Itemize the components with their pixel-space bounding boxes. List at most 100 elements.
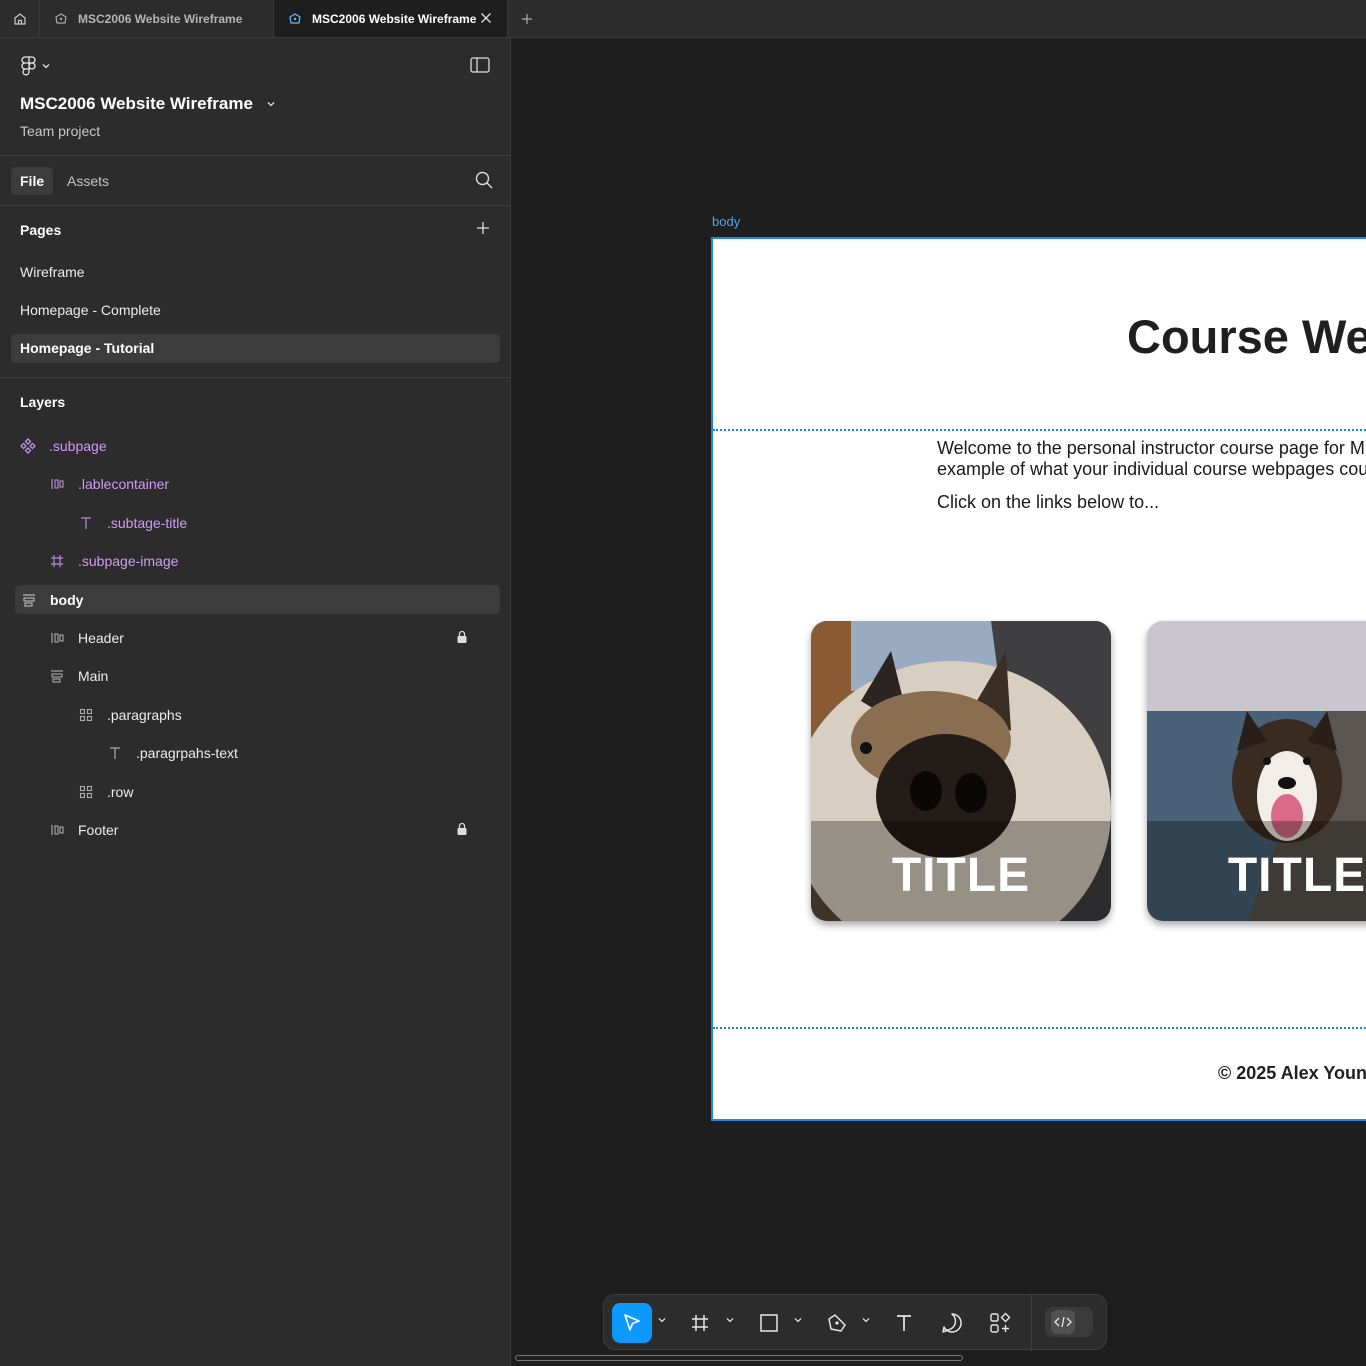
layer-label: .subpage — [49, 437, 107, 454]
actions-tool-button[interactable] — [982, 1303, 1018, 1343]
layers-section: Layers .subpage .lablecontainer .subtage… — [0, 378, 510, 978]
subpage-card[interactable]: TITLE — [811, 621, 1111, 921]
subpage-card[interactable]: TITLE — [1147, 621, 1366, 921]
footer-boundary — [713, 1027, 1366, 1029]
page-item-homepage-complete[interactable]: Homepage - Complete — [11, 296, 500, 325]
layer-label: .lablecontainer — [78, 475, 170, 492]
comment-icon — [942, 1313, 962, 1333]
chevron-down-icon[interactable] — [862, 1317, 870, 1323]
rectangle-icon — [760, 1314, 778, 1332]
project-name[interactable]: Team project — [20, 123, 100, 139]
horizontal-autolayout-icon — [49, 476, 65, 492]
layer-paragrpahs-text[interactable]: .paragrpahs-text — [107, 738, 238, 767]
layer-row[interactable]: .row — [78, 777, 133, 806]
layer-main[interactable]: Main — [49, 661, 108, 690]
chevron-down-icon[interactable] — [658, 1317, 666, 1323]
layer-body[interactable]: body — [15, 585, 500, 614]
home-icon — [13, 12, 26, 25]
plus-icon — [522, 13, 532, 24]
panel-nav: File Assets — [0, 156, 510, 206]
search-icon[interactable] — [475, 171, 493, 189]
actions-icon — [990, 1312, 1011, 1333]
figma-logo-icon — [21, 56, 36, 76]
page-item-wireframe[interactable]: Wireframe — [11, 258, 500, 287]
file-header: MSC2006 Website Wireframe Team project — [0, 38, 510, 156]
draft-icon — [289, 12, 301, 24]
layer-label: Footer — [78, 821, 119, 838]
draft-icon — [55, 12, 67, 24]
close-icon[interactable] — [479, 11, 493, 25]
pages-title: Pages — [20, 222, 62, 238]
tab-bar: MSC2006 Website Wireframe MSC2006 Websit… — [0, 0, 1366, 38]
text-icon — [78, 515, 94, 531]
lock-icon[interactable] — [456, 822, 468, 836]
layer-label: Header — [78, 629, 124, 646]
pen-icon — [828, 1314, 846, 1332]
vertical-autolayout-icon — [21, 592, 37, 608]
page-heading: Course Wel — [1127, 310, 1366, 363]
grid-autolayout-icon — [78, 707, 94, 723]
layer-label: .row — [107, 783, 134, 800]
layer-label: body — [50, 591, 84, 608]
chevron-down-icon — [267, 102, 275, 107]
code-icon — [1054, 1316, 1072, 1328]
pages-section: Pages Wireframe Homepage - Complete Home… — [0, 206, 510, 378]
layer-subpage[interactable]: .subpage — [20, 431, 107, 460]
layer-subpage-image[interactable]: .subpage-image — [49, 546, 178, 575]
text-icon — [107, 745, 123, 761]
file-title[interactable]: MSC2006 Website Wireframe — [20, 94, 275, 114]
horizontal-scrollbar[interactable] — [515, 1355, 963, 1361]
layer-label: .paragrpahs-text — [136, 744, 238, 761]
paragraph-line: Welcome to the personal instructor cours… — [937, 438, 1365, 458]
file-name: MSC2006 Website Wireframe — [20, 94, 253, 113]
grid-autolayout-icon — [78, 784, 94, 800]
frame-icon — [49, 553, 65, 569]
chevron-down-icon[interactable] — [794, 1317, 802, 1323]
text-icon — [897, 1315, 911, 1331]
pen-tool-button[interactable] — [819, 1303, 855, 1343]
paragraph-line: Click on the links below to... — [937, 492, 1160, 512]
comment-tool-button[interactable] — [934, 1303, 970, 1343]
main-menu-button[interactable] — [20, 56, 50, 76]
dev-mode-toggle[interactable] — [1045, 1307, 1093, 1337]
move-tool-button[interactable] — [612, 1303, 652, 1343]
shape-tool-button[interactable] — [751, 1303, 787, 1343]
lock-icon[interactable] — [456, 630, 468, 644]
body-frame[interactable]: Course Wel Welcome to the personal instr… — [711, 237, 1366, 1121]
frame-label[interactable]: body — [712, 214, 740, 229]
left-panel: MSC2006 Website Wireframe Team project F… — [0, 38, 511, 1366]
new-tab-button[interactable] — [508, 0, 546, 37]
card-title: TITLE — [1227, 849, 1366, 902]
sidebar-toggle-icon[interactable] — [470, 57, 490, 73]
frame-icon — [692, 1315, 708, 1331]
layer-paragraphs[interactable]: .paragraphs — [78, 700, 182, 729]
layer-subtage-title[interactable]: .subtage-title — [78, 508, 187, 537]
layers-title: Layers — [20, 394, 66, 410]
footer-copyright: © 2025 Alex Young — [1218, 1063, 1366, 1083]
text-tool-button[interactable] — [886, 1303, 922, 1343]
tab-assets[interactable]: Assets — [58, 167, 118, 195]
home-tab[interactable] — [0, 0, 40, 37]
add-page-icon[interactable] — [476, 221, 490, 235]
toolbar-divider — [1031, 1295, 1032, 1351]
layer-label: Main — [78, 667, 109, 684]
layer-lablecontainer[interactable]: .lablecontainer — [49, 469, 169, 498]
canvas[interactable]: body Course Wel Welcome to the personal … — [511, 38, 1366, 1366]
tab-file[interactable]: File — [11, 167, 54, 195]
page-item-homepage-tutorial[interactable]: Homepage - Tutorial — [11, 334, 500, 363]
frame-tool-button[interactable] — [682, 1303, 718, 1343]
header-boundary — [713, 429, 1366, 431]
layer-label: .subpage-image — [78, 552, 179, 569]
tab-label: MSC2006 Website Wireframe — [312, 11, 477, 26]
horizontal-autolayout-icon — [49, 822, 65, 838]
chevron-down-icon[interactable] — [726, 1317, 734, 1323]
cursor-icon — [624, 1314, 640, 1331]
file-tab-2[interactable]: MSC2006 Website Wireframe — [274, 0, 508, 37]
component-icon — [20, 437, 36, 454]
layer-footer[interactable]: Footer — [49, 815, 500, 844]
chevron-down-icon — [42, 64, 50, 69]
paragraph-line: example of what your individual course w… — [937, 459, 1366, 479]
card-title: TITLE — [891, 849, 1031, 902]
file-tab-1[interactable]: MSC2006 Website Wireframe — [40, 0, 274, 37]
layer-header[interactable]: Header — [49, 623, 500, 652]
